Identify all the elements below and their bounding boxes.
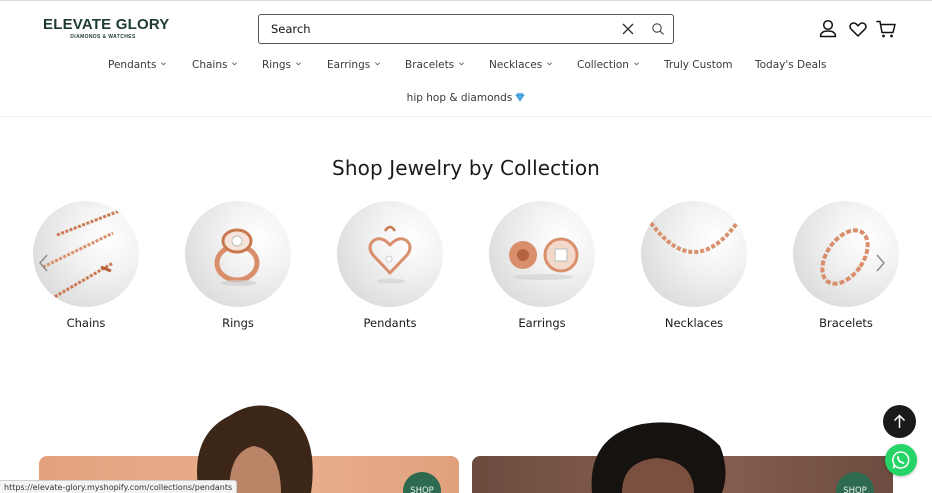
chevron-down-icon (296, 62, 302, 66)
carousel-next-arrow-icon[interactable] (873, 252, 887, 274)
arrow-up-icon (893, 414, 906, 428)
collection-label: Rings (222, 316, 254, 330)
scroll-to-top-button[interactable] (883, 405, 916, 438)
collection-card-rings[interactable]: Rings (185, 201, 291, 330)
nav-item-label: Earrings (327, 59, 371, 71)
collection-image-earrings (489, 201, 595, 307)
whatsapp-icon (892, 451, 910, 469)
logo[interactable]: ELEVATE GLORY DIAMONDS & WATCHES (43, 16, 170, 41)
collection-card-necklaces[interactable]: Necklaces (641, 201, 747, 330)
collection-image-necklaces (641, 201, 747, 307)
collection-label: Chains (66, 316, 106, 330)
model-hair-image (591, 422, 726, 493)
nav-item-hip-hop-diamonds[interactable]: hip hop & diamonds (0, 91, 932, 105)
account-icon[interactable] (817, 18, 839, 40)
chevron-down-icon (459, 62, 465, 66)
nav-item-label: hip hop & diamonds (406, 92, 513, 104)
collection-label: Earrings (518, 316, 566, 330)
nav-item-label: Bracelets (405, 59, 455, 71)
nav-item-necklaces[interactable]: Necklaces (489, 58, 553, 72)
collection-label: Pendants (363, 316, 417, 330)
nav-item-label: Collection (577, 59, 629, 71)
collection-label: Bracelets (819, 316, 873, 330)
chevron-down-icon (232, 62, 238, 66)
collection-image-rings (185, 201, 291, 307)
necklace-jewelry-icon (649, 221, 739, 254)
carousel-prev-arrow-icon[interactable] (37, 252, 51, 274)
nav-item-todays-deals[interactable]: Today's Deals (755, 58, 826, 72)
header-divider (0, 116, 932, 117)
model-hair-image (197, 405, 313, 493)
nav-item-label: Truly Custom (664, 59, 733, 71)
nav-item-rings[interactable]: Rings (262, 58, 302, 72)
collection-card-earrings[interactable]: Earrings (489, 201, 595, 330)
search-icon[interactable] (651, 22, 665, 36)
collections-title: Shop Jewelry by Collection (332, 156, 600, 180)
nav-item-chains[interactable]: Chains (192, 58, 238, 72)
top-border (0, 0, 932, 1)
close-icon[interactable] (621, 22, 635, 36)
search-input[interactable] (271, 15, 601, 43)
collection-label: Necklaces (664, 316, 724, 330)
chevron-down-icon (161, 62, 167, 66)
nav-item-label: Chains (192, 59, 228, 71)
heart-pendant-icon (368, 225, 412, 284)
promo-banner-right[interactable]: SHOP (472, 372, 893, 493)
chevron-down-icon (547, 62, 553, 66)
whatsapp-chat-button[interactable] (885, 444, 917, 476)
collection-card-pendants[interactable]: Pendants (337, 201, 443, 330)
earrings-jewelry-icon (509, 237, 579, 280)
nav-item-bracelets[interactable]: Bracelets (405, 58, 465, 72)
logo-tagline: DIAMONDS & WATCHES (70, 34, 136, 40)
nav-item-pendants[interactable]: Pendants (108, 58, 167, 72)
chevron-down-icon (375, 62, 381, 66)
promo-banner-left[interactable]: SHOP (39, 372, 459, 493)
cart-icon[interactable] (875, 18, 897, 40)
status-bar-url: https://elevate-glory.myshopify.com/coll… (0, 480, 238, 493)
nav-item-truly-custom[interactable]: Truly Custom (664, 58, 733, 72)
logo-wordmark: ELEVATE GLORY (43, 16, 170, 33)
nav-item-earrings[interactable]: Earrings (327, 58, 381, 72)
wishlist-heart-icon[interactable] (847, 18, 869, 40)
collection-image-pendants (337, 201, 443, 307)
gem-icon (515, 92, 525, 102)
search-box (258, 14, 674, 44)
chevron-down-icon (633, 62, 639, 66)
nav-item-collection[interactable]: Collection (577, 58, 640, 72)
ring-jewelry-icon (214, 228, 260, 286)
nav-item-label: Pendants (108, 59, 157, 71)
nav-item-label: Necklaces (489, 59, 543, 71)
nav-item-label: Today's Deals (755, 59, 827, 71)
nav-item-label: Rings (262, 59, 292, 71)
